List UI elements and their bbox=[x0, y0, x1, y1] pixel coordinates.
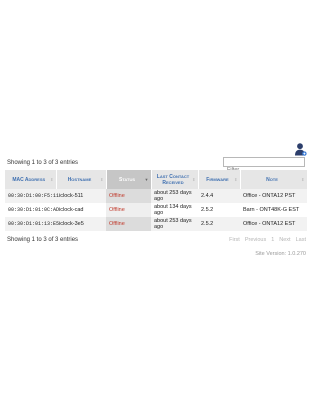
firmware-cell: 2.5.2 bbox=[198, 217, 240, 231]
pagination-page-1-button[interactable]: 1 bbox=[271, 237, 274, 243]
column-header-mac-address[interactable]: MAC Address ⬍ bbox=[5, 170, 57, 189]
sort-icon: ⬍ bbox=[50, 177, 54, 182]
last-contact-cell: about 253 days ago bbox=[151, 189, 198, 203]
table-row[interactable]: 00:30:D1:00:F5:11 iclock-511 Offline abo… bbox=[5, 189, 307, 203]
status-cell: Offline bbox=[106, 203, 151, 217]
column-header-status[interactable]: Status ▼ bbox=[106, 170, 152, 189]
pagination: First Previous 1 Next Last bbox=[229, 237, 306, 243]
firmware-cell: 2.4.4 bbox=[198, 189, 240, 203]
user-icon[interactable] bbox=[295, 143, 307, 156]
table-info-top: Showing 1 to 3 of 3 entries bbox=[7, 160, 79, 166]
last-contact-cell: about 134 days ago bbox=[151, 203, 198, 217]
pagination-previous-button[interactable]: Previous bbox=[245, 237, 266, 243]
mac-address-cell: 00:30:D1:01:13:E5 bbox=[5, 217, 59, 231]
sort-icon: ⬍ bbox=[100, 177, 104, 182]
table-row[interactable]: 00:30:D1:01:13:E5 iclock-3e5 Offline abo… bbox=[5, 217, 307, 231]
mac-address-cell: 00:30:D1:00:F5:11 bbox=[5, 189, 59, 203]
note-cell: Office - ONTA12 EST bbox=[240, 217, 307, 231]
site-version: Site Version: 1.0.270 bbox=[255, 251, 306, 257]
hostname-cell: iclock-3e5 bbox=[56, 217, 106, 231]
mac-address-cell: 00:30:D1:01:0C:AD bbox=[5, 203, 59, 217]
table-header-row: MAC Address ⬍ Hostname ⬍ Status ▼ Last Cont… bbox=[5, 170, 308, 189]
status-cell: Offline bbox=[106, 217, 151, 231]
sort-icon: ⬍ bbox=[192, 177, 196, 182]
sort-desc-icon: ▼ bbox=[144, 177, 149, 182]
pagination-last-button[interactable]: Last bbox=[296, 237, 306, 243]
table-info-bottom: Showing 1 to 3 of 3 entries bbox=[7, 237, 79, 243]
hostname-cell: iclock-511 bbox=[56, 189, 106, 203]
column-header-last-contact[interactable]: Last Contact Received ⬍ bbox=[151, 170, 199, 189]
column-header-hostname[interactable]: Hostname ⬍ bbox=[56, 170, 107, 189]
pagination-next-button[interactable]: Next bbox=[279, 237, 290, 243]
column-header-firmware[interactable]: Firmware ⬍ bbox=[198, 170, 241, 189]
firmware-cell: 2.5.2 bbox=[198, 203, 240, 217]
pagination-first-button[interactable]: First bbox=[229, 237, 240, 243]
filter-field[interactable] bbox=[223, 157, 305, 174]
sort-icon: ⬍ bbox=[301, 177, 305, 182]
hostname-cell: iclock-cad bbox=[56, 203, 106, 217]
note-cell: Office - ONTA12 PST bbox=[240, 189, 307, 203]
sort-icon: ⬍ bbox=[234, 177, 238, 182]
column-header-note[interactable]: Note ⬍ bbox=[240, 170, 308, 189]
status-cell: Offline bbox=[106, 189, 151, 203]
note-cell: Barn - ONT48K-G EST bbox=[240, 203, 307, 217]
devices-table: MAC Address ⬍ Hostname ⬍ Status ▼ Last Cont… bbox=[5, 170, 308, 231]
last-contact-cell: about 253 days ago bbox=[151, 217, 198, 231]
table-row[interactable]: 00:30:D1:01:0C:AD iclock-cad Offline abo… bbox=[5, 203, 307, 217]
